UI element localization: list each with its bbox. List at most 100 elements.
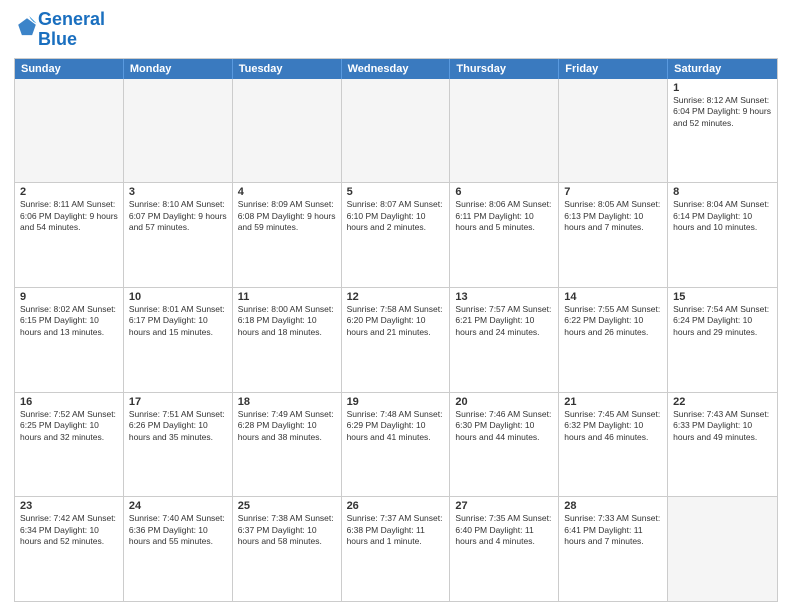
calendar-week-2: 2Sunrise: 8:11 AM Sunset: 6:06 PM Daylig… [15,183,777,288]
day-number: 23 [20,500,118,512]
day-number: 9 [20,291,118,303]
day-number: 4 [238,186,336,198]
calendar-cell: 6Sunrise: 8:06 AM Sunset: 6:11 PM Daylig… [450,183,559,287]
day-number: 5 [347,186,445,198]
day-info: Sunrise: 7:45 AM Sunset: 6:32 PM Dayligh… [564,409,662,443]
day-header-wednesday: Wednesday [342,59,451,79]
page: General Blue SundayMondayTuesdayWednesda… [0,0,792,612]
calendar-cell: 10Sunrise: 8:01 AM Sunset: 6:17 PM Dayli… [124,288,233,392]
day-number: 6 [455,186,553,198]
calendar-cell: 25Sunrise: 7:38 AM Sunset: 6:37 PM Dayli… [233,497,342,601]
day-info: Sunrise: 8:11 AM Sunset: 6:06 PM Dayligh… [20,199,118,233]
day-number: 10 [129,291,227,303]
calendar-week-3: 9Sunrise: 8:02 AM Sunset: 6:15 PM Daylig… [15,288,777,393]
calendar-cell [233,79,342,183]
day-number: 17 [129,396,227,408]
calendar-body: 1Sunrise: 8:12 AM Sunset: 6:04 PM Daylig… [15,79,777,601]
calendar-cell [559,79,668,183]
calendar-cell: 27Sunrise: 7:35 AM Sunset: 6:40 PM Dayli… [450,497,559,601]
calendar-cell: 20Sunrise: 7:46 AM Sunset: 6:30 PM Dayli… [450,393,559,497]
day-info: Sunrise: 7:55 AM Sunset: 6:22 PM Dayligh… [564,304,662,338]
day-number: 26 [347,500,445,512]
day-info: Sunrise: 7:58 AM Sunset: 6:20 PM Dayligh… [347,304,445,338]
header: General Blue [14,10,778,50]
day-info: Sunrise: 7:54 AM Sunset: 6:24 PM Dayligh… [673,304,772,338]
day-number: 24 [129,500,227,512]
day-header-saturday: Saturday [668,59,777,79]
calendar-cell: 28Sunrise: 7:33 AM Sunset: 6:41 PM Dayli… [559,497,668,601]
calendar-cell: 21Sunrise: 7:45 AM Sunset: 6:32 PM Dayli… [559,393,668,497]
day-info: Sunrise: 8:06 AM Sunset: 6:11 PM Dayligh… [455,199,553,233]
day-number: 2 [20,186,118,198]
day-info: Sunrise: 7:33 AM Sunset: 6:41 PM Dayligh… [564,513,662,547]
day-number: 18 [238,396,336,408]
day-number: 14 [564,291,662,303]
calendar-week-4: 16Sunrise: 7:52 AM Sunset: 6:25 PM Dayli… [15,393,777,498]
day-info: Sunrise: 7:35 AM Sunset: 6:40 PM Dayligh… [455,513,553,547]
calendar-cell: 15Sunrise: 7:54 AM Sunset: 6:24 PM Dayli… [668,288,777,392]
calendar-cell: 23Sunrise: 7:42 AM Sunset: 6:34 PM Dayli… [15,497,124,601]
day-info: Sunrise: 7:52 AM Sunset: 6:25 PM Dayligh… [20,409,118,443]
day-info: Sunrise: 7:38 AM Sunset: 6:37 PM Dayligh… [238,513,336,547]
day-info: Sunrise: 7:43 AM Sunset: 6:33 PM Dayligh… [673,409,772,443]
calendar-cell [342,79,451,183]
calendar-cell: 5Sunrise: 8:07 AM Sunset: 6:10 PM Daylig… [342,183,451,287]
calendar-cell: 13Sunrise: 7:57 AM Sunset: 6:21 PM Dayli… [450,288,559,392]
day-number: 27 [455,500,553,512]
day-number: 3 [129,186,227,198]
day-info: Sunrise: 7:57 AM Sunset: 6:21 PM Dayligh… [455,304,553,338]
day-info: Sunrise: 7:49 AM Sunset: 6:28 PM Dayligh… [238,409,336,443]
calendar-cell: 12Sunrise: 7:58 AM Sunset: 6:20 PM Dayli… [342,288,451,392]
day-header-sunday: Sunday [15,59,124,79]
day-number: 28 [564,500,662,512]
day-info: Sunrise: 7:51 AM Sunset: 6:26 PM Dayligh… [129,409,227,443]
day-header-monday: Monday [124,59,233,79]
calendar-cell: 11Sunrise: 8:00 AM Sunset: 6:18 PM Dayli… [233,288,342,392]
day-info: Sunrise: 8:07 AM Sunset: 6:10 PM Dayligh… [347,199,445,233]
day-info: Sunrise: 7:37 AM Sunset: 6:38 PM Dayligh… [347,513,445,547]
calendar-week-1: 1Sunrise: 8:12 AM Sunset: 6:04 PM Daylig… [15,79,777,184]
day-number: 15 [673,291,772,303]
calendar-cell: 26Sunrise: 7:37 AM Sunset: 6:38 PM Dayli… [342,497,451,601]
calendar-cell: 2Sunrise: 8:11 AM Sunset: 6:06 PM Daylig… [15,183,124,287]
calendar-cell [450,79,559,183]
day-header-tuesday: Tuesday [233,59,342,79]
logo: General Blue [14,10,105,50]
calendar-cell: 17Sunrise: 7:51 AM Sunset: 6:26 PM Dayli… [124,393,233,497]
calendar-cell: 7Sunrise: 8:05 AM Sunset: 6:13 PM Daylig… [559,183,668,287]
day-number: 11 [238,291,336,303]
calendar-cell: 14Sunrise: 7:55 AM Sunset: 6:22 PM Dayli… [559,288,668,392]
day-info: Sunrise: 8:02 AM Sunset: 6:15 PM Dayligh… [20,304,118,338]
day-number: 7 [564,186,662,198]
day-info: Sunrise: 8:00 AM Sunset: 6:18 PM Dayligh… [238,304,336,338]
day-info: Sunrise: 7:40 AM Sunset: 6:36 PM Dayligh… [129,513,227,547]
calendar-cell: 1Sunrise: 8:12 AM Sunset: 6:04 PM Daylig… [668,79,777,183]
day-number: 13 [455,291,553,303]
logo-text: General Blue [38,10,105,50]
day-info: Sunrise: 8:05 AM Sunset: 6:13 PM Dayligh… [564,199,662,233]
day-info: Sunrise: 8:09 AM Sunset: 6:08 PM Dayligh… [238,199,336,233]
day-header-friday: Friday [559,59,668,79]
calendar: SundayMondayTuesdayWednesdayThursdayFrid… [14,58,778,602]
calendar-header: SundayMondayTuesdayWednesdayThursdayFrid… [15,59,777,79]
day-info: Sunrise: 8:04 AM Sunset: 6:14 PM Dayligh… [673,199,772,233]
calendar-cell [15,79,124,183]
calendar-cell: 16Sunrise: 7:52 AM Sunset: 6:25 PM Dayli… [15,393,124,497]
day-number: 16 [20,396,118,408]
day-number: 20 [455,396,553,408]
day-info: Sunrise: 7:46 AM Sunset: 6:30 PM Dayligh… [455,409,553,443]
day-header-thursday: Thursday [450,59,559,79]
day-number: 22 [673,396,772,408]
day-number: 1 [673,82,772,94]
day-info: Sunrise: 8:12 AM Sunset: 6:04 PM Dayligh… [673,95,772,129]
calendar-cell: 24Sunrise: 7:40 AM Sunset: 6:36 PM Dayli… [124,497,233,601]
day-info: Sunrise: 7:48 AM Sunset: 6:29 PM Dayligh… [347,409,445,443]
day-number: 21 [564,396,662,408]
calendar-cell: 18Sunrise: 7:49 AM Sunset: 6:28 PM Dayli… [233,393,342,497]
day-info: Sunrise: 7:42 AM Sunset: 6:34 PM Dayligh… [20,513,118,547]
calendar-week-5: 23Sunrise: 7:42 AM Sunset: 6:34 PM Dayli… [15,497,777,601]
calendar-cell: 4Sunrise: 8:09 AM Sunset: 6:08 PM Daylig… [233,183,342,287]
day-number: 25 [238,500,336,512]
day-info: Sunrise: 8:01 AM Sunset: 6:17 PM Dayligh… [129,304,227,338]
calendar-cell: 19Sunrise: 7:48 AM Sunset: 6:29 PM Dayli… [342,393,451,497]
